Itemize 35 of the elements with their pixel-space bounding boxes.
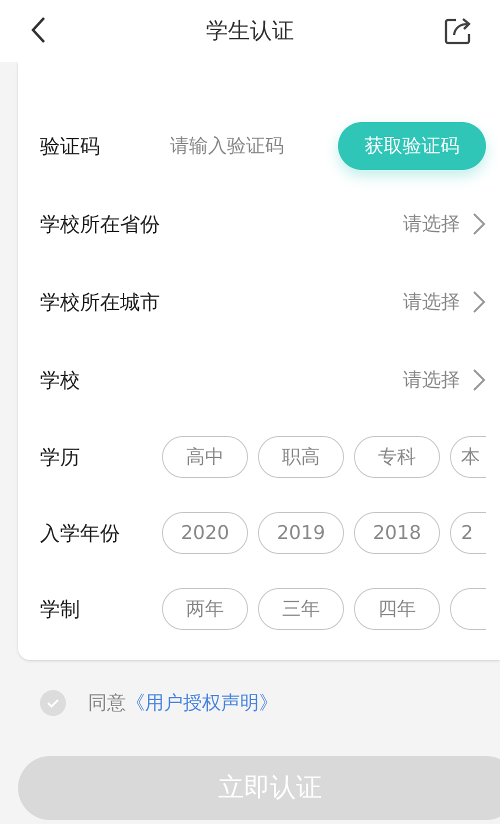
option-chip[interactable]: 2020	[162, 512, 248, 554]
field-label: 学校所在省份	[40, 211, 160, 238]
field-label: 学校	[40, 367, 80, 394]
page-title: 学生认证	[206, 18, 294, 46]
agreement-link[interactable]: 《用户授权声明》	[126, 688, 278, 718]
field-label: 学历	[40, 444, 81, 471]
get-code-button[interactable]: 获取验证码	[338, 122, 486, 170]
field-label: 验证码	[40, 133, 101, 160]
agree-text: 同意	[88, 690, 126, 716]
code-input[interactable]: 请输入验证码	[170, 132, 310, 160]
select-value: 请选择	[403, 212, 460, 237]
share-icon[interactable]	[443, 16, 473, 46]
select-value: 请选择	[403, 290, 460, 315]
chevron-right-icon	[472, 368, 486, 392]
field-label: 学校所在城市	[40, 289, 160, 316]
option-chip[interactable]: 职高	[258, 436, 344, 478]
option-chip[interactable]: 四年	[354, 588, 440, 630]
chevron-right-icon	[472, 212, 486, 236]
option-chip[interactable]: 三年	[258, 588, 344, 630]
option-chip[interactable]: 两年	[162, 588, 248, 630]
option-chip[interactable]: 本	[450, 436, 486, 478]
option-chip[interactable]: 高中	[162, 436, 248, 478]
chevron-right-icon	[472, 290, 486, 314]
option-chip[interactable]: 2	[450, 512, 486, 554]
back-icon[interactable]	[30, 16, 46, 44]
option-chip[interactable]: 专科	[354, 436, 440, 478]
select-row[interactable]: 学校所在城市 请选择	[40, 263, 486, 341]
agree-checkbox[interactable]	[40, 690, 66, 716]
select-row[interactable]: 学校所在省份 请选择	[40, 185, 486, 263]
option-chip[interactable]: 2018	[354, 512, 440, 554]
select-value: 请选择	[403, 368, 460, 393]
option-chip[interactable]: 2019	[258, 512, 344, 554]
field-label: 入学年份	[40, 520, 121, 547]
field-label: 学制	[40, 596, 81, 623]
select-row[interactable]: 学校 请选择	[40, 341, 486, 419]
